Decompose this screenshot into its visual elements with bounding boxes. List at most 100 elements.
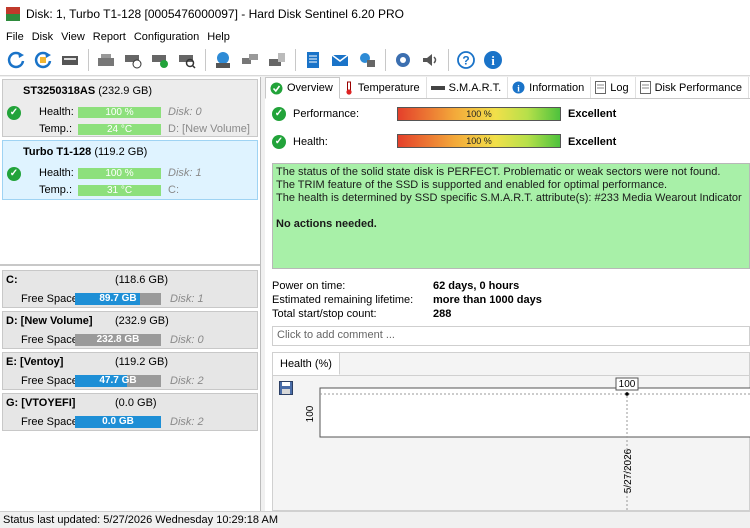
status-ok-icon: ✓ <box>7 167 21 181</box>
svg-text:?: ? <box>462 54 469 68</box>
disk-icon[interactable] <box>57 47 83 73</box>
free-space-bar: 89.7 GB <box>75 293 161 305</box>
data-label: 100 <box>619 379 636 390</box>
info-icon[interactable]: i <box>480 47 506 73</box>
menu-report[interactable]: Report <box>93 31 126 43</box>
free-space-label: Free Space <box>21 293 78 305</box>
status-line: The health is determined by SSD specific… <box>276 192 742 204</box>
volume-item[interactable]: C: (118.6 GB) Free Space 89.7 GB Disk: 1 <box>2 270 258 308</box>
health-chart-panel: Health (%) 100 100 5/27/2026 <box>272 352 750 512</box>
health-bar: 100 % <box>78 168 161 179</box>
email-icon[interactable] <box>327 47 353 73</box>
y-tick-label: 100 <box>305 405 316 422</box>
settings-icon[interactable] <box>390 47 416 73</box>
menu-help[interactable]: Help <box>207 31 230 43</box>
volume-size: (119.2 GB) <box>115 356 168 368</box>
tab-disk-performance[interactable]: Disk Performance <box>636 77 749 98</box>
refresh-icon[interactable] <box>3 47 29 73</box>
volume-name: D: [New Volume] <box>6 315 93 327</box>
menu-view[interactable]: View <box>61 31 85 43</box>
volume-disk: Disk: 1 <box>170 293 204 305</box>
disk-list-panel: ST3250318AS (232.9 GB) ✓ Health: 100 % D… <box>0 77 261 511</box>
volume-size: (0.0 GB) <box>115 397 157 409</box>
menu-disk[interactable]: Disk <box>32 31 53 43</box>
menu-bar: File Disk View Report Configuration Help <box>0 28 750 45</box>
volume-name: G: [VTOYEFI] <box>6 397 76 409</box>
toolbar-separator <box>385 49 386 71</box>
volume-size: (118.6 GB) <box>115 274 168 286</box>
disk-item-selected[interactable]: Turbo T1-128 (119.2 GB) ✓ Health: 100 % … <box>2 140 258 200</box>
schedule-icon[interactable] <box>120 47 146 73</box>
tab-temperature[interactable]: Temperature <box>340 77 427 98</box>
volume-disk: Disk: 2 <box>170 375 204 387</box>
status-ok-icon: ✓ <box>272 107 286 121</box>
network-disk-icon[interactable] <box>210 47 236 73</box>
check-icon <box>270 82 283 95</box>
tab-log[interactable]: Log <box>591 77 636 98</box>
performance-label: Performance: <box>293 108 360 120</box>
app-icon <box>6 7 20 21</box>
volume-info: C: <box>168 184 179 196</box>
status-line: The TRIM feature of the SSD is supported… <box>276 179 668 191</box>
disk-index: Disk: 0 <box>168 106 202 118</box>
health-rating: Excellent <box>568 136 617 148</box>
comment-input[interactable]: Click to add comment ... <box>272 326 750 346</box>
sound-icon[interactable] <box>417 47 443 73</box>
toolbar-separator <box>88 49 89 71</box>
x-tick-label: 5/27/2026 <box>623 448 634 493</box>
status-ok-icon: ✓ <box>272 135 286 149</box>
volume-item[interactable]: D: [New Volume] (232.9 GB) Free Space 23… <box>2 311 258 349</box>
free-space-bar: 232.8 GB <box>75 334 161 346</box>
temp-bar: 24 °C <box>78 124 161 135</box>
surface-scan-icon[interactable] <box>174 47 200 73</box>
volume-info: D: [New Volume] <box>168 123 250 135</box>
document-icon <box>595 81 607 94</box>
temp-bar: 31 °C <box>78 185 161 196</box>
health-label: Health: <box>39 167 74 179</box>
toolbar: ? i <box>0 45 750 76</box>
document-icon <box>639 81 651 94</box>
health-label: Health: <box>39 106 74 118</box>
window-title: Disk: 1, Turbo T1-128 [0005476000097] - … <box>26 7 404 21</box>
performance-bar: 100 % <box>397 107 561 121</box>
volume-item[interactable]: G: [VTOYEFI] (0.0 GB) Free Space 0.0 GB … <box>2 393 258 431</box>
menu-configuration[interactable]: Configuration <box>134 31 199 43</box>
refresh-all-icon[interactable] <box>30 47 56 73</box>
svg-text:i: i <box>491 53 495 68</box>
temp-label: Temp.: <box>39 184 73 196</box>
disk-name: Turbo T1-128 (119.2 GB) <box>23 146 148 158</box>
network-icon[interactable] <box>354 47 380 73</box>
status-ok-icon: ✓ <box>7 106 21 120</box>
disk-report-icon[interactable] <box>264 47 290 73</box>
tab-health-chart[interactable]: Health (%) <box>273 353 340 375</box>
volume-item[interactable]: E: [Ventoy] (119.2 GB) Free Space 47.7 G… <box>2 352 258 390</box>
health-chart: 100 100 5/27/2026 <box>305 377 750 512</box>
tab-information[interactable]: i Information <box>508 77 592 98</box>
toolbar-separator <box>205 49 206 71</box>
plot-area <box>319 387 750 438</box>
free-space-bar: 47.7 GB <box>75 375 161 387</box>
health-bar: 100 % <box>397 134 561 148</box>
volume-disk: Disk: 2 <box>170 416 204 428</box>
transfer-icon[interactable] <box>237 47 263 73</box>
panel-divider <box>0 264 260 266</box>
volume-disk: Disk: 0 <box>170 334 204 346</box>
menu-file[interactable]: File <box>6 31 24 43</box>
test-icon[interactable] <box>147 47 173 73</box>
disk-item[interactable]: ST3250318AS (232.9 GB) ✓ Health: 100 % D… <box>2 79 258 137</box>
disk-tools-icon[interactable] <box>93 47 119 73</box>
tab-smart[interactable]: S.M.A.R.T. <box>427 77 509 98</box>
disk-name: ST3250318AS (232.9 GB) <box>23 85 153 97</box>
title-bar: Disk: 1, Turbo T1-128 [0005476000097] - … <box>0 0 750 28</box>
remaining-lifetime: Estimated remaining lifetime: more than 1… <box>272 294 542 306</box>
temp-label: Temp.: <box>39 123 73 135</box>
notes-icon[interactable] <box>300 47 326 73</box>
thermometer-icon <box>344 81 354 95</box>
status-bar: Status last updated: 5/27/2026 Wednesday… <box>0 511 750 528</box>
health-label: Health: <box>293 136 328 148</box>
volume-name: C: <box>6 274 18 286</box>
tab-overview[interactable]: Overview <box>265 77 340 99</box>
help-icon[interactable]: ? <box>453 47 479 73</box>
details-panel: Overview Temperature S.M.A.R.T. i Inform… <box>265 77 750 512</box>
free-space-label: Free Space <box>21 334 78 346</box>
